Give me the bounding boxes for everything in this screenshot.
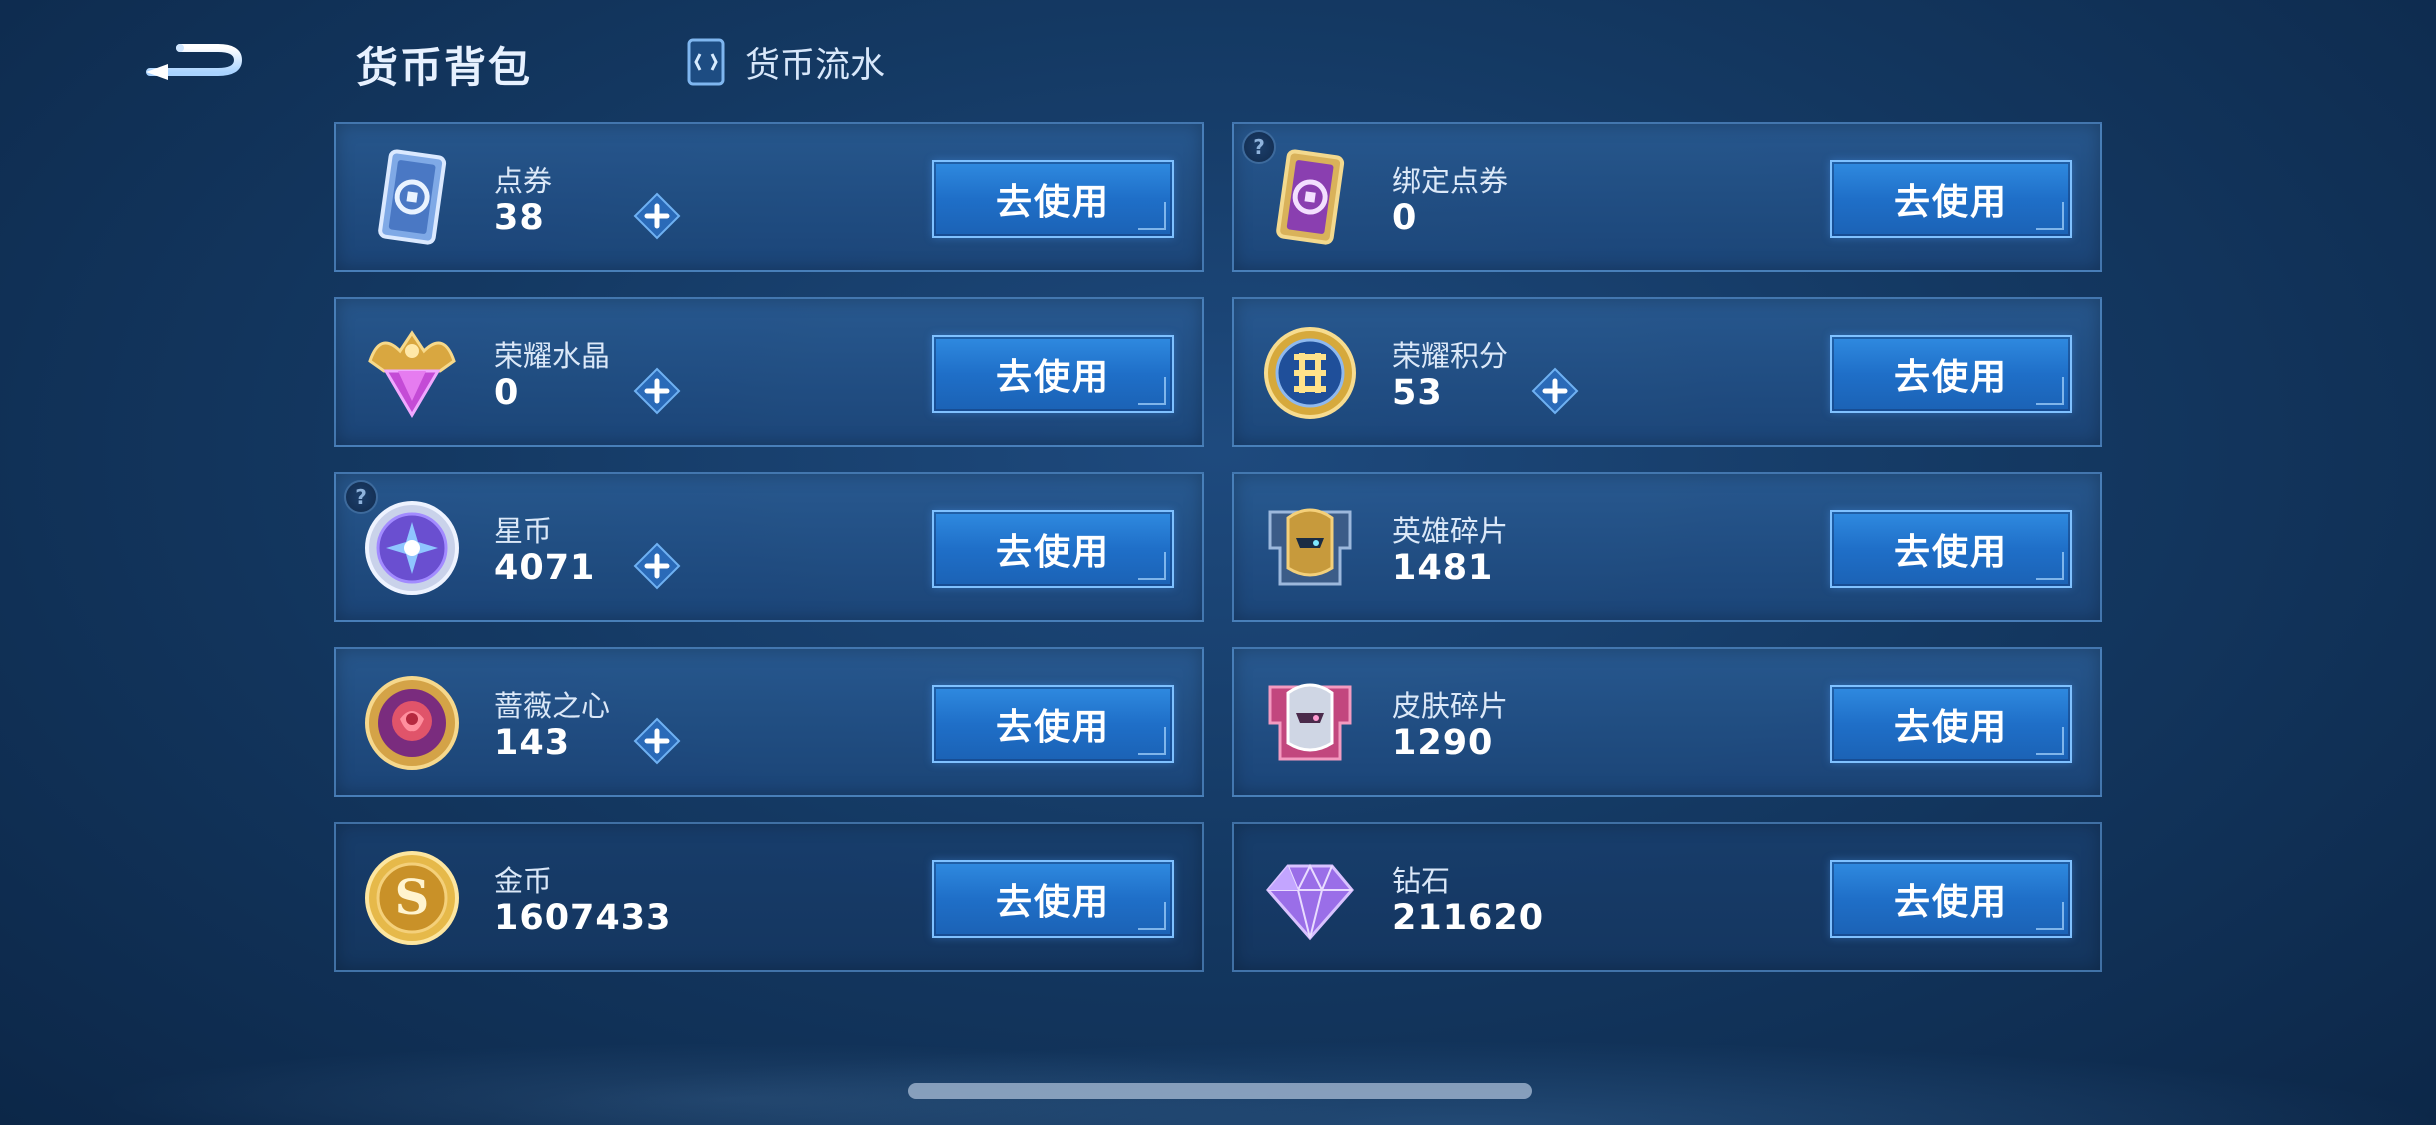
- currency-name: 星币: [494, 514, 553, 548]
- use-skin-fragment-button[interactable]: 去使用: [1830, 685, 2072, 763]
- currency-flow-link[interactable]: 货币流水: [685, 36, 885, 88]
- currency-card-skin-fragment: 皮肤碎片 1290 去使用: [1232, 647, 2102, 797]
- purple-coupon-icon: [1258, 146, 1362, 250]
- gold-coin-icon: S: [360, 846, 464, 950]
- currency-card-diamond: 钻石 211620 去使用: [1232, 822, 2102, 972]
- hero-fragment-icon: [1258, 496, 1362, 600]
- plus-icon: [633, 192, 681, 240]
- use-coupon-button[interactable]: 去使用: [932, 160, 1174, 238]
- glory-points-icon: [1258, 321, 1362, 425]
- currency-value: 1290: [1392, 723, 1494, 763]
- star-coin-icon: [360, 496, 464, 600]
- plus-icon: [633, 542, 681, 590]
- use-rose-heart-button[interactable]: 去使用: [932, 685, 1174, 763]
- currency-name: 金币: [494, 864, 553, 898]
- currency-name: 英雄碎片: [1392, 514, 1509, 548]
- glory-crystal-icon: [360, 321, 464, 425]
- currency-value: 211620: [1392, 898, 1545, 938]
- currency-grid: 点券 38 去使用 ? 绑定点券 0 去使用 荣耀水晶 0 去使用 荣耀积分 5…: [334, 122, 2102, 972]
- page-title: 货币背包: [356, 43, 533, 92]
- svg-text:S: S: [395, 870, 430, 926]
- currency-card-glory-crystal: 荣耀水晶 0 去使用: [334, 297, 1204, 447]
- currency-name: 荣耀积分: [1392, 339, 1509, 373]
- currency-value: 4071: [494, 548, 596, 588]
- currency-value: 38: [494, 198, 545, 238]
- currency-card-star-coin: ? 星币 4071 去使用: [334, 472, 1204, 622]
- currency-name: 荣耀水晶: [494, 339, 611, 373]
- currency-card-rose-heart: 蔷薇之心 143 去使用: [334, 647, 1204, 797]
- currency-value: 0: [494, 373, 520, 413]
- skin-fragment-icon: [1258, 671, 1362, 775]
- blue-coupon-icon: [360, 146, 464, 250]
- currency-card-glory-points: 荣耀积分 53 去使用: [1232, 297, 2102, 447]
- currency-card-coupon: 点券 38 去使用: [334, 122, 1204, 272]
- add-glory-points-button[interactable]: [1530, 366, 1580, 416]
- currency-card-bound-coupon: ? 绑定点券 0 去使用: [1232, 122, 2102, 272]
- currency-value: 1481: [1392, 548, 1494, 588]
- back-arrow-icon: [146, 44, 243, 80]
- currency-value: 0: [1392, 198, 1418, 238]
- add-star-coin-button[interactable]: [632, 541, 682, 591]
- diamond-icon: [1258, 846, 1362, 950]
- add-coupon-button[interactable]: [632, 191, 682, 241]
- add-rose-heart-button[interactable]: [632, 716, 682, 766]
- add-glory-crystal-button[interactable]: [632, 366, 682, 416]
- currency-card-gold-coin: S 金币 1607433 去使用: [334, 822, 1204, 972]
- use-glory-points-button[interactable]: 去使用: [1830, 335, 2072, 413]
- currency-value: 1607433: [494, 898, 672, 938]
- back-button[interactable]: [140, 30, 250, 90]
- currency-name: 点券: [494, 164, 553, 198]
- currency-name: 皮肤碎片: [1392, 689, 1509, 723]
- plus-icon: [633, 367, 681, 415]
- use-bound-coupon-button[interactable]: 去使用: [1830, 160, 2072, 238]
- currency-flow-label: 货币流水: [745, 45, 886, 86]
- rose-heart-icon: [360, 671, 464, 775]
- currency-name: 蔷薇之心: [494, 689, 611, 723]
- home-indicator[interactable]: [908, 1083, 1532, 1099]
- currency-value: 143: [494, 723, 571, 763]
- plus-icon: [633, 717, 681, 765]
- currency-name: 绑定点券: [1392, 164, 1509, 198]
- use-star-coin-button[interactable]: 去使用: [932, 510, 1174, 588]
- plus-icon: [1531, 367, 1579, 415]
- currency-value: 53: [1392, 373, 1443, 413]
- ledger-icon: [687, 38, 725, 86]
- use-glory-crystal-button[interactable]: 去使用: [932, 335, 1174, 413]
- use-hero-fragment-button[interactable]: 去使用: [1830, 510, 2072, 588]
- use-diamond-button[interactable]: 去使用: [1830, 860, 2072, 938]
- currency-name: 钻石: [1392, 864, 1451, 898]
- currency-card-hero-fragment: 英雄碎片 1481 去使用: [1232, 472, 2102, 622]
- use-gold-coin-button[interactable]: 去使用: [932, 860, 1174, 938]
